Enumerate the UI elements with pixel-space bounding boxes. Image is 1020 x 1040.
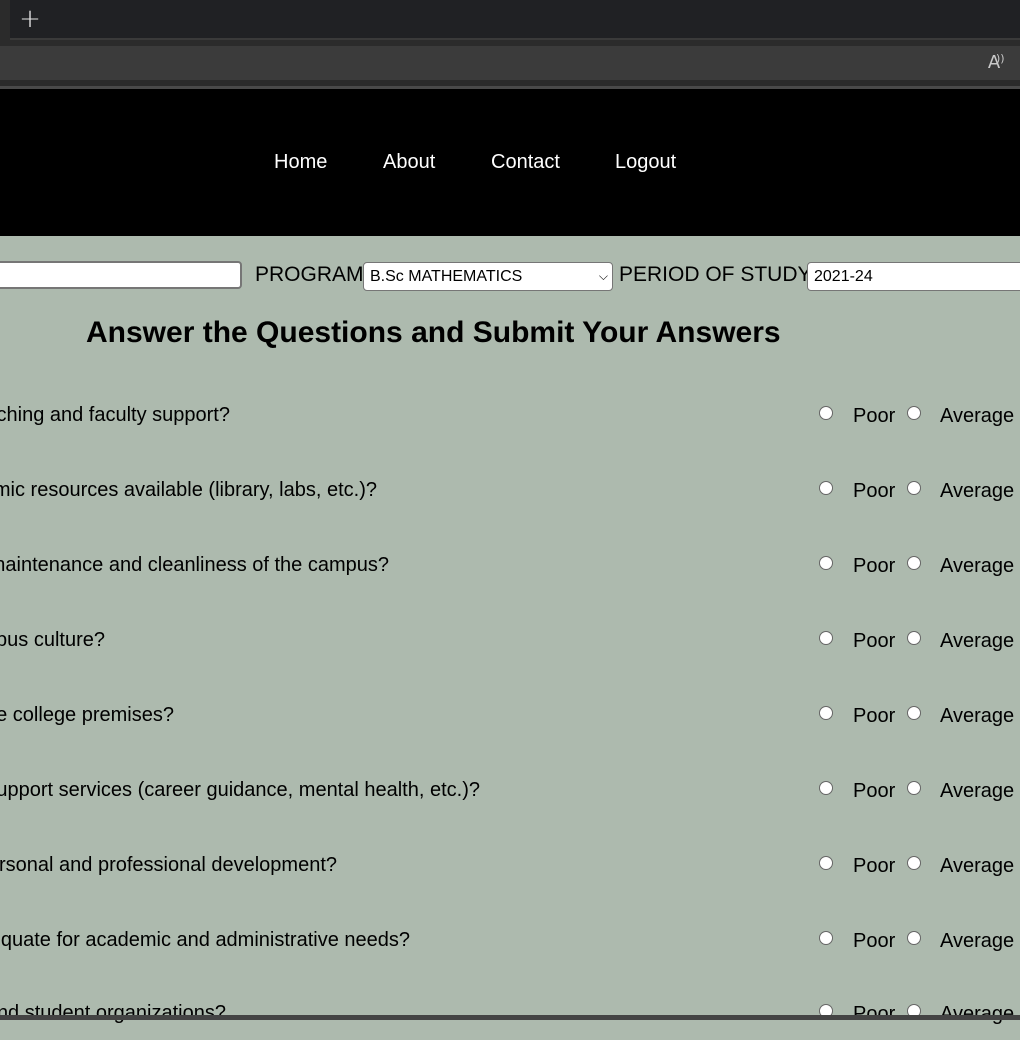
- question-text: upport services (career guidance, mental…: [0, 779, 480, 801]
- average-label: Average: [940, 1003, 1015, 1025]
- question-text: mic resources available (library, labs, …: [0, 479, 377, 501]
- browser-tab-bar: +: [0, 0, 1020, 40]
- browser-toolbar: A )): [0, 40, 1020, 86]
- average-radio[interactable]: [907, 781, 921, 795]
- poor-label: Poor: [853, 405, 896, 427]
- period-label: PERIOD OF STUDY: [619, 263, 812, 286]
- question-row: naintenance and cleanliness of the campu…: [0, 552, 1020, 592]
- average-label: Average: [940, 705, 1015, 727]
- program-selected-value: B.Sc MATHEMATICS: [370, 268, 523, 285]
- average-radio[interactable]: [907, 556, 921, 570]
- question-row: e college premises? Poor Average: [0, 702, 1020, 742]
- poor-radio[interactable]: [819, 481, 833, 495]
- question-text: naintenance and cleanliness of the campu…: [0, 554, 389, 576]
- average-label: Average: [940, 780, 1015, 802]
- question-text: rsonal and professional development?: [0, 854, 337, 876]
- poor-radio[interactable]: [819, 556, 833, 570]
- poor-label: Poor: [853, 480, 896, 502]
- poor-radio[interactable]: [819, 631, 833, 645]
- question-text: ching and faculty support?: [0, 404, 230, 426]
- question-row: equate for academic and administrative n…: [0, 927, 1020, 967]
- sound-waves-icon: )): [996, 52, 1005, 65]
- question-text: equate for academic and administrative n…: [0, 929, 410, 951]
- question-text: e college premises?: [0, 704, 174, 726]
- question-row: mic resources available (library, labs, …: [0, 477, 1020, 517]
- poor-label: Poor: [853, 855, 896, 877]
- average-radio[interactable]: [907, 481, 921, 495]
- question-row: ching and faculty support? Poor Average: [0, 402, 1020, 442]
- address-bar[interactable]: [0, 46, 1020, 80]
- question-row: rsonal and professional development? Poo…: [0, 852, 1020, 892]
- question-text: pus culture?: [0, 629, 105, 651]
- poor-label: Poor: [853, 630, 896, 652]
- average-radio[interactable]: [907, 631, 921, 645]
- program-select[interactable]: B.Sc MATHEMATICS ⌵: [363, 262, 613, 291]
- student-info-row: PROGRAM B.Sc MATHEMATICS ⌵ PERIOD OF STU…: [0, 236, 1020, 306]
- question-text: nd student organizations?: [0, 1002, 226, 1024]
- poor-radio[interactable]: [819, 781, 833, 795]
- average-radio[interactable]: [907, 706, 921, 720]
- average-label: Average: [940, 930, 1015, 952]
- name-input[interactable]: [0, 261, 242, 289]
- question-row: nd student organizations? Poor Average: [0, 1000, 1020, 1040]
- average-label: Average: [940, 480, 1015, 502]
- poor-radio[interactable]: [819, 706, 833, 720]
- nav-home-link[interactable]: Home: [274, 151, 327, 174]
- new-tab-icon[interactable]: +: [10, 0, 50, 38]
- average-label: Average: [940, 855, 1015, 877]
- read-aloud-icon[interactable]: A )): [982, 51, 1006, 75]
- chevron-down-icon: ⌵: [598, 269, 608, 283]
- poor-label: Poor: [853, 1003, 896, 1025]
- program-label: PROGRAM: [255, 263, 364, 286]
- poor-label: Poor: [853, 705, 896, 727]
- question-row: upport services (career guidance, mental…: [0, 777, 1020, 817]
- nav-logout-link[interactable]: Logout: [615, 151, 676, 174]
- nav-about-link[interactable]: About: [383, 151, 435, 174]
- average-label: Average: [940, 405, 1015, 427]
- horizontal-scrollbar[interactable]: [0, 1015, 1020, 1020]
- period-input[interactable]: [807, 262, 1020, 291]
- page-heading: Answer the Questions and Submit Your Ans…: [86, 316, 781, 349]
- site-navbar: Home About Contact Logout: [0, 89, 1020, 236]
- poor-radio[interactable]: [819, 406, 833, 420]
- average-radio[interactable]: [907, 931, 921, 945]
- poor-radio[interactable]: [819, 856, 833, 870]
- question-row: pus culture? Poor Average: [0, 627, 1020, 667]
- average-radio[interactable]: [907, 406, 921, 420]
- average-label: Average: [940, 630, 1015, 652]
- poor-label: Poor: [853, 930, 896, 952]
- active-tab-edge[interactable]: [0, 0, 10, 40]
- average-label: Average: [940, 555, 1015, 577]
- average-radio[interactable]: [907, 856, 921, 870]
- poor-label: Poor: [853, 555, 896, 577]
- nav-contact-link[interactable]: Contact: [491, 151, 560, 174]
- poor-label: Poor: [853, 780, 896, 802]
- poor-radio[interactable]: [819, 931, 833, 945]
